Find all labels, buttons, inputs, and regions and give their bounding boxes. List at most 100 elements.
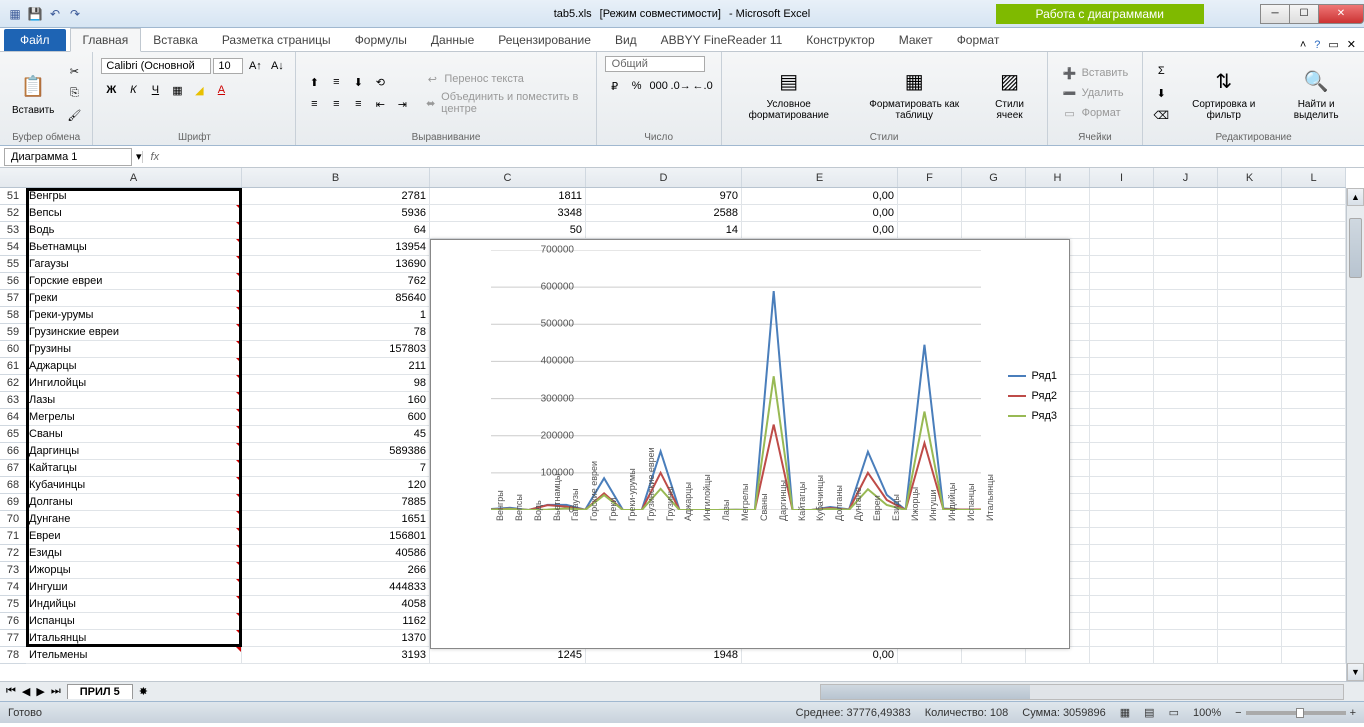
scroll-up-icon[interactable]: ▲: [1347, 188, 1364, 206]
cell[interactable]: Ительмены: [26, 647, 242, 664]
cell[interactable]: [1282, 273, 1346, 290]
row-header[interactable]: 73: [0, 562, 26, 579]
cell[interactable]: [1154, 324, 1218, 341]
row-header[interactable]: 55: [0, 256, 26, 273]
cell[interactable]: [1154, 443, 1218, 460]
align-bottom-icon[interactable]: ⬇: [348, 72, 368, 92]
cell[interactable]: [1218, 324, 1282, 341]
cell[interactable]: Венгры: [26, 188, 242, 205]
cut-icon[interactable]: ✂: [64, 61, 84, 81]
cell[interactable]: [1282, 290, 1346, 307]
cell[interactable]: [1218, 477, 1282, 494]
cell[interactable]: Итальянцы: [26, 630, 242, 647]
cell[interactable]: [1282, 239, 1346, 256]
cell[interactable]: 0,00: [742, 205, 898, 222]
column-header[interactable]: K: [1218, 168, 1282, 187]
cell[interactable]: 1370: [242, 630, 430, 647]
tab-nav-next-icon[interactable]: ▶: [36, 685, 44, 698]
cell[interactable]: [1154, 375, 1218, 392]
cell[interactable]: [1218, 205, 1282, 222]
cell[interactable]: [1154, 528, 1218, 545]
cell[interactable]: [1090, 511, 1154, 528]
indent-inc-icon[interactable]: ⇥: [392, 94, 412, 114]
ribbon-tab[interactable]: Макет: [887, 29, 945, 51]
cell[interactable]: Грузинские евреи: [26, 324, 242, 341]
fill-color-icon[interactable]: ◢: [189, 80, 209, 100]
row-header[interactable]: 60: [0, 341, 26, 358]
cell[interactable]: [1154, 613, 1218, 630]
cell[interactable]: [1282, 392, 1346, 409]
cell[interactable]: [1282, 256, 1346, 273]
inc-decimal-icon[interactable]: .0→: [671, 76, 691, 96]
cell[interactable]: [1218, 307, 1282, 324]
cell[interactable]: Лазы: [26, 392, 242, 409]
row-header[interactable]: 65: [0, 426, 26, 443]
cell[interactable]: [1154, 358, 1218, 375]
cell[interactable]: [1282, 375, 1346, 392]
cell[interactable]: [1218, 426, 1282, 443]
window-restore-icon[interactable]: ▭: [1328, 38, 1338, 51]
cell[interactable]: 64: [242, 222, 430, 239]
font-size-select[interactable]: 10: [213, 58, 243, 74]
font-color-icon[interactable]: A: [211, 80, 231, 100]
cell[interactable]: [1282, 579, 1346, 596]
window-close-icon[interactable]: ✕: [1347, 38, 1356, 51]
ribbon-tab[interactable]: Вид: [603, 29, 649, 51]
cell[interactable]: [1154, 511, 1218, 528]
cell[interactable]: [1154, 256, 1218, 273]
cell[interactable]: [1090, 324, 1154, 341]
close-button[interactable]: ✕: [1318, 4, 1364, 24]
row-header[interactable]: 78: [0, 647, 26, 664]
cell[interactable]: [1154, 460, 1218, 477]
cell[interactable]: [1090, 460, 1154, 477]
cell[interactable]: [1090, 358, 1154, 375]
cell[interactable]: [1218, 528, 1282, 545]
row-header[interactable]: 57: [0, 290, 26, 307]
tab-nav-last-icon[interactable]: ⏭: [51, 685, 61, 698]
cell[interactable]: Долганы: [26, 494, 242, 511]
cell[interactable]: Вепсы: [26, 205, 242, 222]
view-break-icon[interactable]: ▭: [1169, 706, 1179, 719]
row-header[interactable]: 53: [0, 222, 26, 239]
row-header[interactable]: 64: [0, 409, 26, 426]
sheet-tab[interactable]: ПРИЛ 5: [67, 684, 133, 699]
ribbon-tab[interactable]: Формулы: [343, 29, 419, 51]
embedded-chart[interactable]: 0100000200000300000400000500000600000700…: [430, 239, 1070, 649]
cell[interactable]: [1218, 273, 1282, 290]
underline-button[interactable]: Ч: [145, 80, 165, 100]
cell[interactable]: [962, 222, 1026, 239]
cell[interactable]: [1154, 579, 1218, 596]
cell[interactable]: [1218, 409, 1282, 426]
row-header[interactable]: 62: [0, 375, 26, 392]
cell[interactable]: [1090, 341, 1154, 358]
file-tab[interactable]: Файл: [4, 29, 66, 51]
cell[interactable]: Гагаузы: [26, 256, 242, 273]
column-header[interactable]: H: [1026, 168, 1090, 187]
row-header[interactable]: 51: [0, 188, 26, 205]
cell[interactable]: [1282, 222, 1346, 239]
indent-dec-icon[interactable]: ⇤: [370, 94, 390, 114]
row-header[interactable]: 77: [0, 630, 26, 647]
cell[interactable]: 160: [242, 392, 430, 409]
column-header[interactable]: B: [242, 168, 430, 187]
cell[interactable]: [1282, 511, 1346, 528]
paste-button[interactable]: 📋 Вставить: [8, 69, 58, 118]
cell[interactable]: [898, 188, 962, 205]
cell[interactable]: [1154, 596, 1218, 613]
row-header[interactable]: 72: [0, 545, 26, 562]
row-header[interactable]: 67: [0, 460, 26, 477]
row-header[interactable]: 75: [0, 596, 26, 613]
cell[interactable]: [1218, 511, 1282, 528]
cell[interactable]: Даргинцы: [26, 443, 242, 460]
cell[interactable]: Аджарцы: [26, 358, 242, 375]
cell[interactable]: 444833: [242, 579, 430, 596]
cell[interactable]: [1218, 460, 1282, 477]
row-header[interactable]: 68: [0, 477, 26, 494]
italic-button[interactable]: К: [123, 80, 143, 100]
cell[interactable]: [1154, 409, 1218, 426]
cell[interactable]: [1218, 647, 1282, 664]
cell[interactable]: Индийцы: [26, 596, 242, 613]
cell[interactable]: [1282, 426, 1346, 443]
grow-font-icon[interactable]: A↑: [245, 56, 265, 76]
cell[interactable]: Горские евреи: [26, 273, 242, 290]
